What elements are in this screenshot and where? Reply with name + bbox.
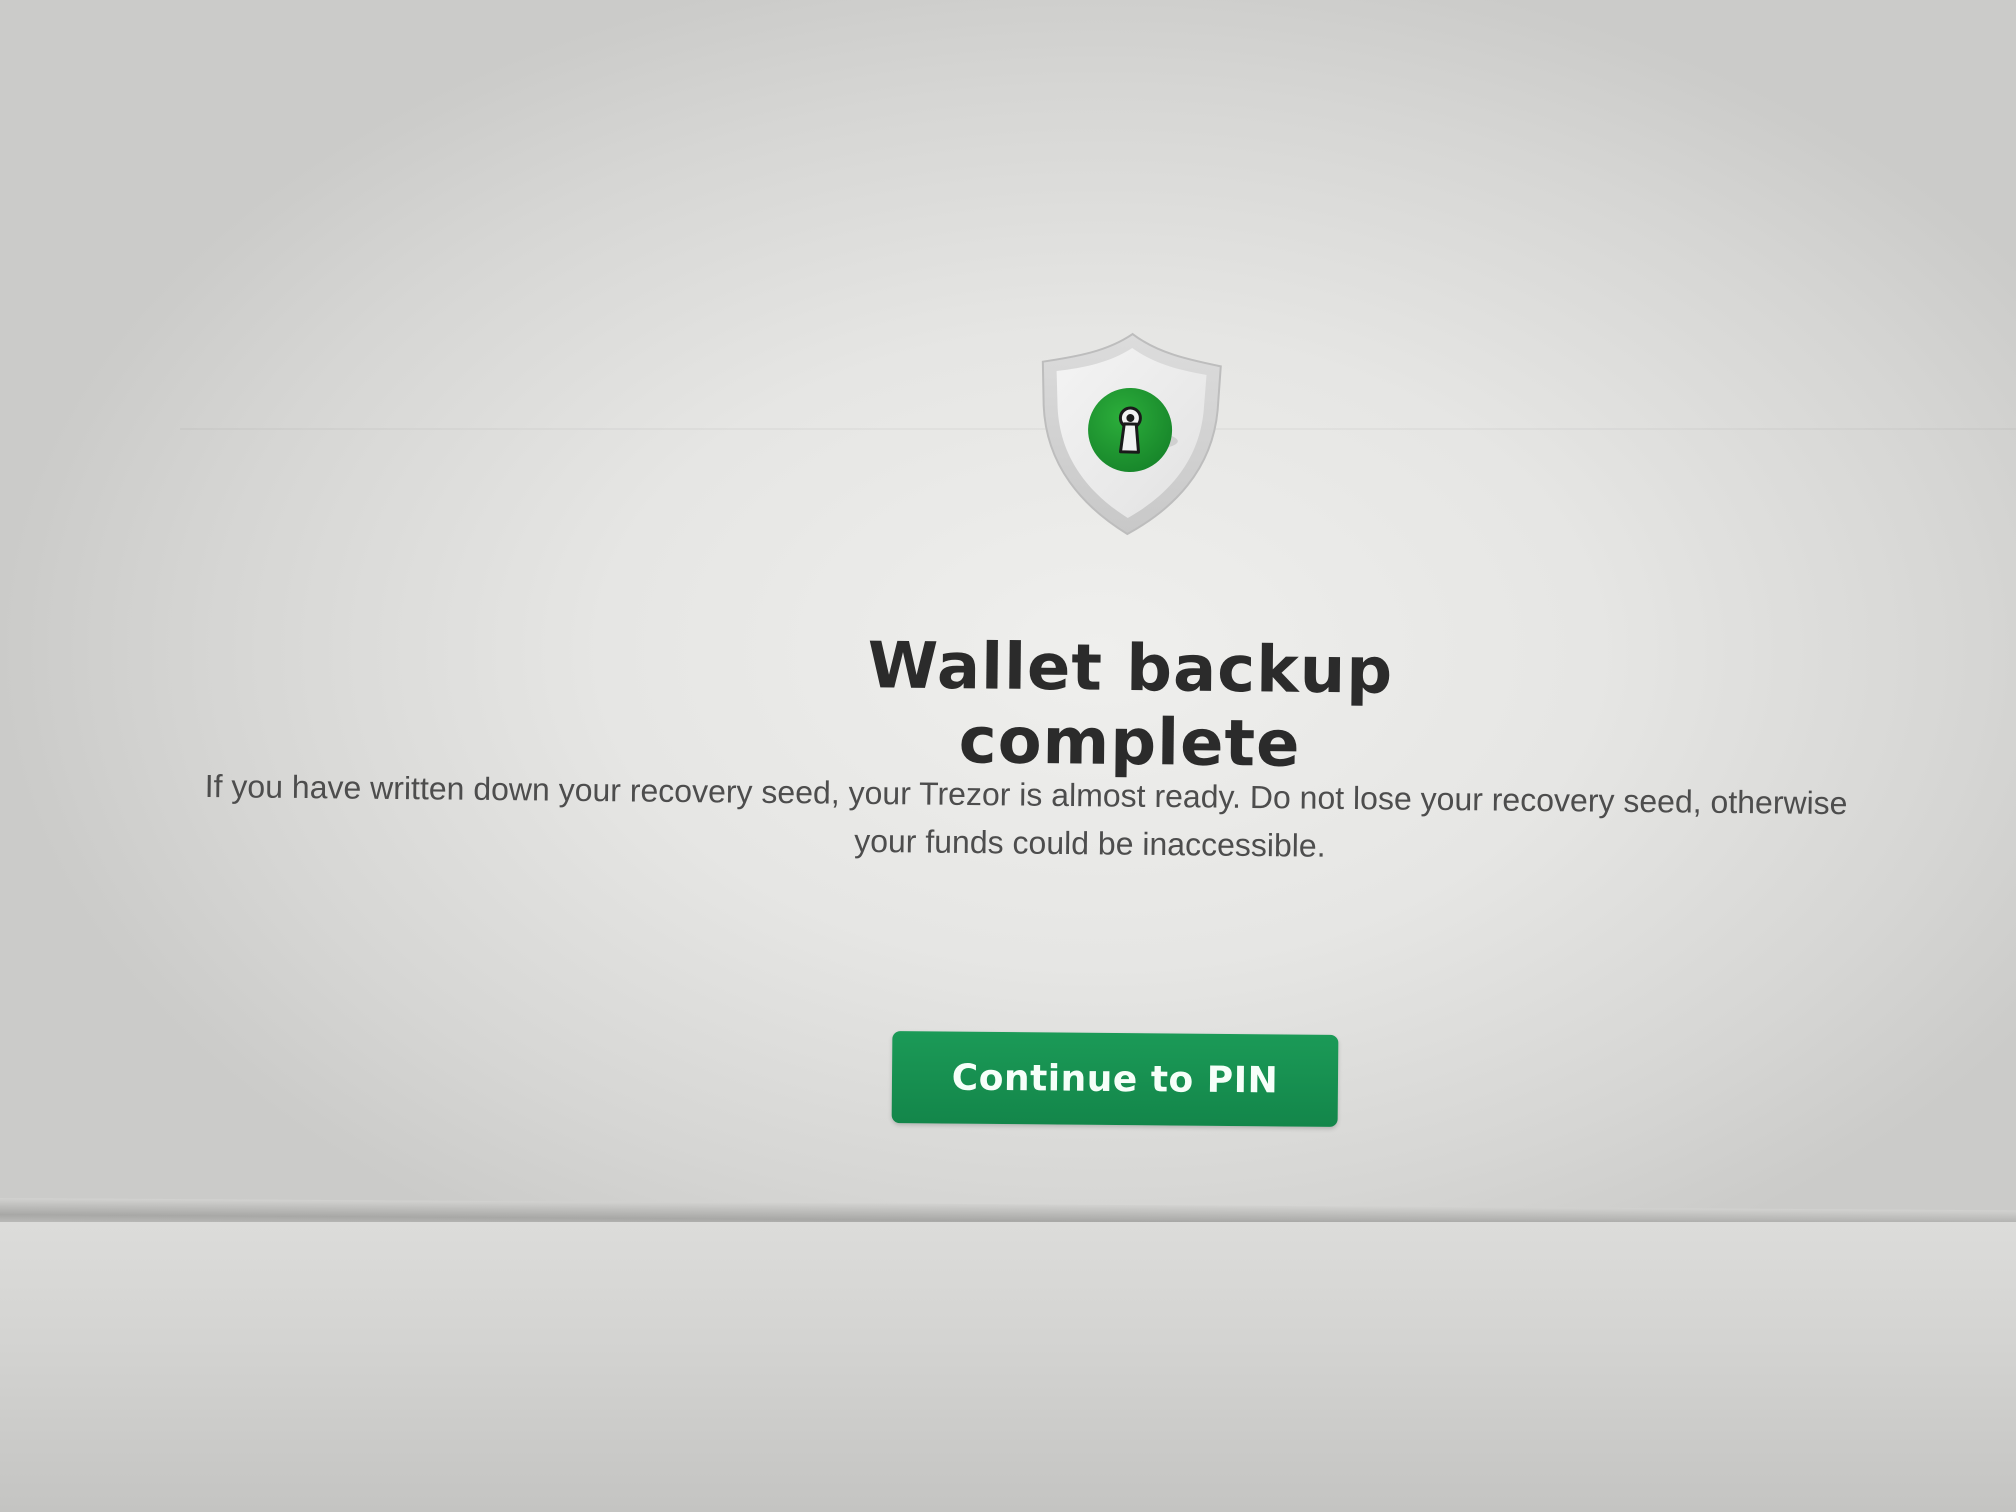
app-screen: Wallet backup complete If you have writt… <box>0 0 2016 1212</box>
monitor-lower-area <box>0 1222 2016 1512</box>
page-title: Wallet backup complete <box>867 629 1394 782</box>
description-text: If you have written down your recovery s… <box>204 762 2016 877</box>
shield-keyhole-icon <box>1032 326 1227 541</box>
continue-to-pin-button[interactable]: Continue to PIN <box>891 1031 1339 1127</box>
